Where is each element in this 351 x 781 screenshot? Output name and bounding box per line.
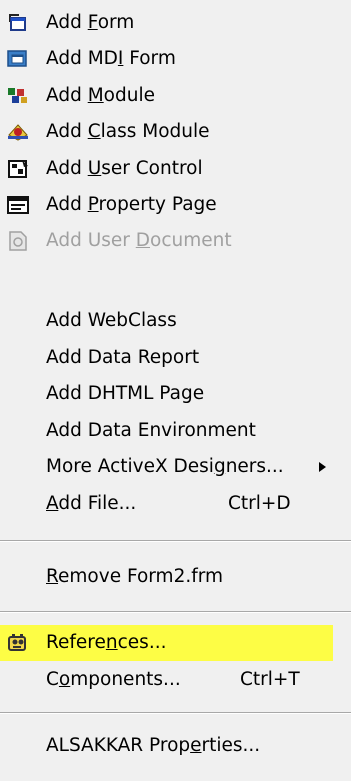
menu-item-add-property-page[interactable]: Add Property Page: [0, 187, 351, 223]
module-icon: [6, 85, 32, 107]
menu-separator: [0, 712, 351, 714]
menu-item-references[interactable]: References...: [0, 625, 333, 661]
user-control-icon: [6, 158, 32, 180]
menu-item-add-user-document: Add User Document: [0, 223, 351, 259]
menu-item-add-mdi-form[interactable]: Add MDI Form: [0, 41, 351, 77]
menu-item-components[interactable]: Components... Ctrl+T: [0, 662, 351, 698]
shortcut-ctrl-t: Ctrl+T: [240, 669, 300, 690]
menu-item-add-dhtml-page[interactable]: Add DHTML Page: [0, 376, 351, 412]
shortcut-ctrl-d: Ctrl+D: [228, 493, 291, 514]
menu-item-add-user-control[interactable]: Add User Control: [0, 151, 351, 187]
menu-item-add-data-report[interactable]: Add Data Report: [0, 340, 351, 376]
menu-item-add-webclass[interactable]: Add WebClass: [0, 303, 351, 339]
menu-item-add-data-environment[interactable]: Add Data Environment: [0, 413, 351, 449]
form-icon: [6, 12, 32, 34]
menu-item-alsakkar-properties[interactable]: ALSAKKAR Properties...: [0, 728, 351, 764]
property-page-icon: [6, 194, 32, 216]
menu-item-remove-form2[interactable]: Remove Form2.frm: [0, 559, 351, 595]
mdi-form-icon: [6, 48, 32, 70]
menu-item-add-module[interactable]: Add Module: [0, 78, 351, 114]
project-context-menu: Add Form Add MDI Form Add Module Add Cla…: [0, 0, 351, 781]
menu-item-add-file[interactable]: Add File... Ctrl+D: [0, 486, 351, 522]
references-icon: [6, 632, 32, 654]
user-document-icon: [6, 230, 32, 252]
class-module-icon: [6, 121, 32, 143]
menu-item-add-form[interactable]: Add Form: [0, 5, 351, 41]
submenu-arrow-icon: [319, 462, 326, 472]
menu-item-add-class-module[interactable]: Add Class Module: [0, 114, 351, 150]
menu-item-more-activex-designers[interactable]: More ActiveX Designers...: [0, 449, 351, 485]
menu-separator: [0, 611, 351, 613]
menu-separator: [0, 540, 351, 542]
